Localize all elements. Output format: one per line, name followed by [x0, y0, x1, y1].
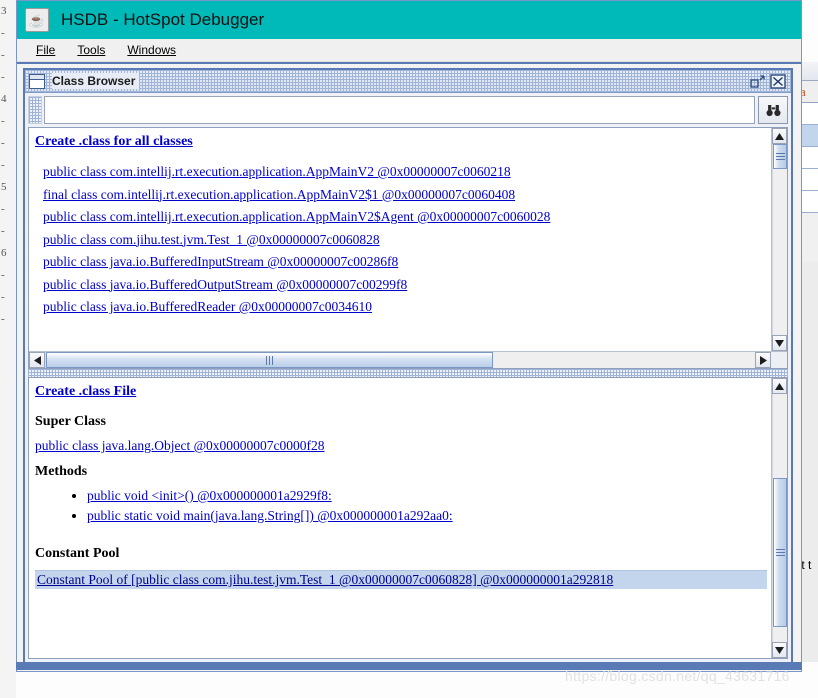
scroll-up-arrow-icon[interactable]	[772, 378, 787, 394]
class-entry: final class com.intellij.rt.execution.ap…	[43, 187, 767, 203]
super-class-heading: Super Class	[35, 414, 106, 429]
class-link[interactable]: public class com.intellij.rt.execution.a…	[43, 209, 550, 225]
create-class-all-link-text[interactable]: Create .class for all classes	[35, 134, 193, 150]
window-title: HSDB - HotSpot Debugger	[61, 10, 265, 29]
class-browser-titlebar[interactable]: Class Browser	[25, 70, 791, 93]
class-list-inner: Create .class for all classes public cla…	[29, 128, 787, 351]
scroll-down-arrow-icon[interactable]	[772, 335, 787, 351]
bg-left-line: -	[1, 137, 5, 149]
screen: 3 - - - 4 - - - 5 - - 6 - - - Ja ent t ☕…	[0, 0, 818, 698]
window-titlebar: ☕ HSDB - HotSpot Debugger	[17, 1, 801, 39]
search-input[interactable]	[44, 96, 755, 124]
methods-heading: Methods	[35, 464, 88, 479]
hsdb-main-window: ☕ HSDB - HotSpot Debugger File Tools Win…	[16, 0, 802, 672]
scroll-thumb-grip-icon	[265, 355, 273, 365]
bg-left-line: -	[1, 203, 5, 215]
class-browser-window-buttons	[750, 73, 788, 89]
class-entry: public class java.io.BufferedReader @0x0…	[43, 299, 767, 315]
class-entry: public class java.io.BufferedOutputStrea…	[43, 277, 767, 293]
background-left-window: 3 - - - 4 - - - 5 - - 6 - - -	[0, 0, 16, 698]
scroll-up-arrow-icon[interactable]	[772, 128, 787, 144]
bg-left-line: 6	[1, 247, 7, 259]
list-item: public static void main(java.lang.String…	[87, 508, 767, 524]
split-divider[interactable]	[28, 369, 788, 377]
scroll-track[interactable]	[772, 394, 787, 642]
class-detail-pane: Create .class File Super Class public cl…	[28, 377, 788, 659]
restore-icon[interactable]	[750, 74, 766, 89]
menu-windows[interactable]: Windows	[116, 41, 187, 59]
scroll-track[interactable]	[772, 144, 787, 335]
bg-left-line: -	[1, 269, 5, 281]
scroll-thumb-grip-icon	[775, 549, 785, 557]
class-list-horizontal-scrollbar[interactable]	[29, 351, 787, 368]
create-class-file-link: Create .class File	[35, 384, 767, 400]
bg-left-line: -	[1, 115, 5, 127]
mdi-desktop: Class Browser Create .class for all clas…	[17, 62, 801, 671]
class-browser-title: Class Browser	[52, 73, 140, 89]
class-link[interactable]: public class java.io.BufferedOutputStrea…	[43, 277, 407, 293]
class-link[interactable]: public class java.io.BufferedReader @0x0…	[43, 299, 372, 315]
scroll-track-horizontal[interactable]	[45, 352, 755, 368]
bg-left-line: -	[1, 225, 5, 237]
bg-left-line: -	[1, 159, 5, 171]
method-link[interactable]: public void <init>() @0x000000001a2929f8…	[87, 488, 332, 504]
watermark: https://blog.csdn.net/qq_43631716	[565, 668, 790, 684]
menu-file-label: File	[36, 43, 56, 57]
class-detail-inner: Create .class File Super Class public cl…	[29, 378, 787, 658]
methods-list: public void <init>() @0x000000001a2929f8…	[35, 488, 767, 524]
scroll-down-arrow-icon[interactable]	[772, 642, 787, 658]
list-item: public void <init>() @0x000000001a2929f8…	[87, 488, 767, 504]
scroll-thumb-grip-icon	[775, 152, 785, 160]
bg-left-line: 4	[1, 93, 7, 105]
search-row	[28, 96, 788, 124]
class-list-vertical-scrollbar[interactable]	[771, 128, 787, 351]
constant-pool-link[interactable]: Constant Pool of [public class com.jihu.…	[37, 572, 613, 588]
super-class-link[interactable]: public class java.lang.Object @0x0000000…	[35, 438, 325, 454]
java-cup-icon: ☕	[25, 8, 49, 32]
bg-left-line: -	[1, 27, 5, 39]
window-icon	[29, 73, 45, 89]
class-detail-vertical-scrollbar[interactable]	[771, 378, 787, 658]
create-class-all-link: Create .class for all classes	[35, 134, 767, 150]
toolbar-grip[interactable]	[28, 96, 42, 124]
class-link[interactable]: public class com.intellij.rt.execution.a…	[43, 164, 511, 180]
class-entry: public class java.io.BufferedInputStream…	[43, 254, 767, 270]
split-pane: Create .class for all classes public cla…	[28, 127, 788, 659]
constant-pool-heading: Constant Pool	[35, 546, 120, 561]
class-list-pane: Create .class for all classes public cla…	[28, 127, 788, 369]
constant-pool-selected-row[interactable]: Constant Pool of [public class com.jihu.…	[35, 570, 767, 589]
class-entry: public class com.intellij.rt.execution.a…	[43, 164, 767, 180]
class-browser-frame: Class Browser Create .class for all clas…	[23, 68, 793, 664]
menu-tools-label: Tools	[77, 43, 106, 57]
scroll-right-arrow-icon[interactable]	[755, 352, 771, 368]
menu-tools[interactable]: Tools	[66, 41, 116, 59]
create-class-file-link-text[interactable]: Create .class File	[35, 384, 136, 400]
bg-left-line: 3	[1, 5, 7, 17]
menu-file[interactable]: File	[25, 41, 66, 59]
binoculars-icon[interactable]	[758, 96, 788, 124]
method-link[interactable]: public static void main(java.lang.String…	[87, 508, 453, 524]
class-detail-document: Create .class File Super Class public cl…	[29, 378, 771, 658]
class-entry: public class com.intellij.rt.execution.a…	[43, 209, 767, 225]
bg-left-line: -	[1, 71, 5, 83]
close-icon[interactable]	[770, 73, 786, 89]
bg-left-line: 5	[1, 181, 7, 193]
class-link[interactable]: final class com.intellij.rt.execution.ap…	[43, 187, 515, 203]
bg-left-line: -	[1, 313, 5, 325]
class-browser-body: Create .class for all classes public cla…	[25, 93, 791, 662]
super-class-entry: public class java.lang.Object @0x0000000…	[35, 438, 767, 454]
menu-windows-label: Windows	[127, 43, 177, 57]
class-list-document: Create .class for all classes public cla…	[29, 128, 771, 351]
scroll-thumb-horizontal[interactable]	[46, 352, 493, 368]
scroll-left-arrow-icon[interactable]	[29, 352, 45, 368]
scroll-thumb[interactable]	[773, 478, 787, 628]
menubar: File Tools Windows	[17, 39, 801, 62]
class-link[interactable]: public class com.jihu.test.jvm.Test_1 @0…	[43, 232, 380, 248]
class-link[interactable]: public class java.io.BufferedInputStream…	[43, 254, 398, 270]
bg-left-line: -	[1, 49, 5, 61]
class-entry: public class com.jihu.test.jvm.Test_1 @0…	[43, 232, 767, 248]
scroll-thumb[interactable]	[773, 144, 787, 169]
bg-left-line: -	[1, 291, 5, 303]
scrollbar-corner	[771, 352, 787, 368]
